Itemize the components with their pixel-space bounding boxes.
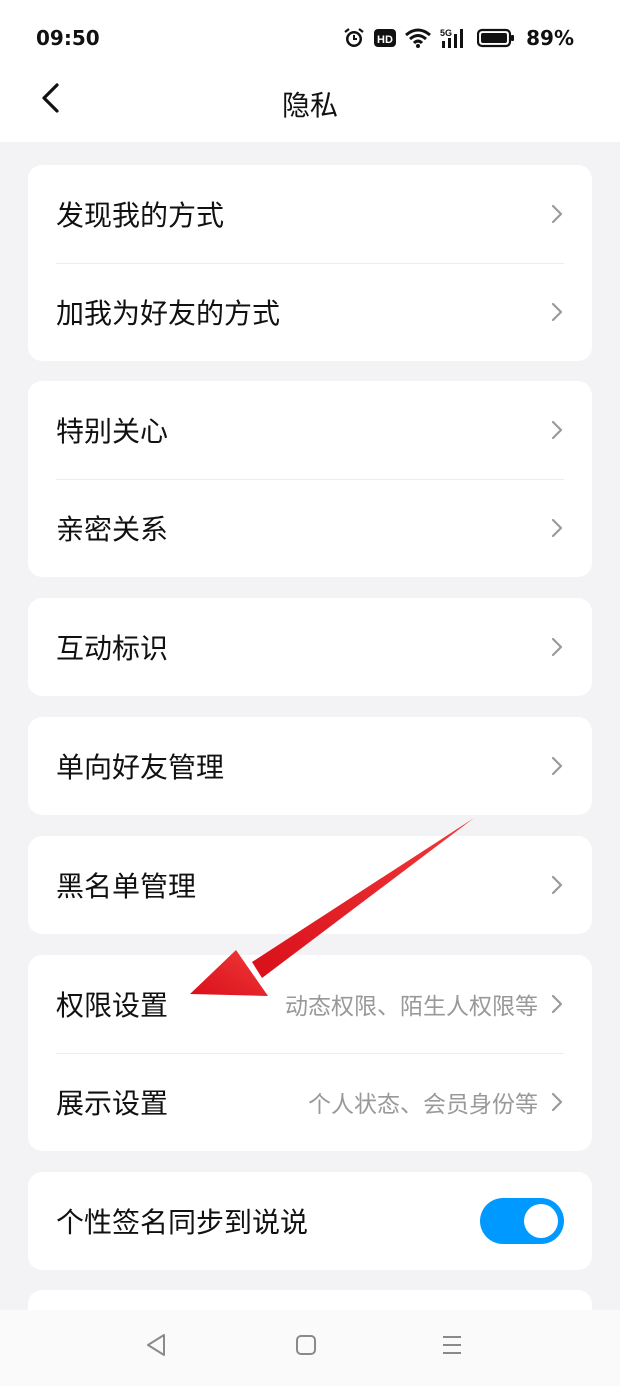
interaction-mark-card: 互动标识 [28,598,592,696]
signature-sync-card: 个性签名同步到说说 [28,1172,592,1270]
chevron-right-icon [551,302,563,322]
one-way-friend-card: 单向好友管理 [28,717,592,815]
toggle-knob [524,1204,558,1238]
row-label: 黑名单管理 [56,870,197,903]
row-intimate-relationship[interactable]: 亲密关系 [28,479,592,577]
relationship-card: 特别关心 亲密关系 [28,381,592,577]
svg-text:5G: 5G [440,28,452,38]
status-bar: 09:50 HD 5G 89% [0,0,620,72]
row-label: 互动标识 [56,632,169,665]
row-label: 加我为好友的方式 [56,297,281,330]
home-square-icon[interactable] [294,1332,318,1362]
chevron-right-icon [551,1092,563,1112]
discover-settings-card: 发现我的方式 加我为好友的方式 [28,165,592,361]
hd-icon: HD [374,28,397,48]
chevron-right-icon [551,994,563,1014]
row-label: 特别关心 [56,415,169,448]
signature-sync-toggle[interactable] [480,1198,564,1244]
permission-display-card: 权限设置 动态权限、陌生人权限等 展示设置 个人状态、会员身份等 [28,955,592,1151]
chevron-right-icon [551,420,563,440]
header: 隐私 [0,72,620,142]
page-title: 隐私 [281,89,338,122]
row-interaction-mark[interactable]: 互动标识 [28,598,592,696]
chevron-right-icon [551,637,563,657]
row-subtitle: 动态权限、陌生人权限等 [285,994,538,1020]
row-label: 发现我的方式 [56,199,225,232]
alarm-icon [343,27,365,49]
row-label: 单向好友管理 [56,751,225,784]
battery-icon [477,28,515,48]
chevron-right-icon [551,756,563,776]
chevron-right-icon [551,204,563,224]
row-label: 个性签名同步到说说 [56,1206,309,1239]
chevron-right-icon [551,518,563,538]
row-label: 亲密关系 [56,513,169,546]
row-discover-me[interactable]: 发现我的方式 [28,165,592,263]
row-add-friend-method[interactable]: 加我为好友的方式 [28,263,592,361]
row-subtitle: 个人状态、会员身份等 [308,1092,538,1118]
row-display-settings[interactable]: 展示设置 个人状态、会员身份等 [28,1053,592,1151]
status-icons: HD 5G 89% [343,24,574,52]
menu-icon[interactable] [440,1332,464,1362]
5g-signal-icon: 5G [440,27,468,49]
row-permission-settings[interactable]: 权限设置 动态权限、陌生人权限等 [28,955,592,1053]
row-one-way-friend[interactable]: 单向好友管理 [28,717,592,815]
row-signature-sync: 个性签名同步到说说 [28,1172,592,1270]
row-label: 权限设置 [56,989,169,1022]
row-special-care[interactable]: 特别关心 [28,381,592,479]
back-triangle-icon[interactable] [144,1332,168,1362]
chevron-right-icon [551,875,563,895]
wifi-icon [405,28,432,48]
status-time: 09:50 [36,26,100,50]
row-blacklist[interactable]: 黑名单管理 [28,836,592,934]
system-nav-bar [0,1310,620,1386]
row-label: 展示设置 [56,1087,169,1120]
battery-percent: 89% [526,26,574,50]
svg-text:HD: HD [377,34,393,46]
blacklist-card: 黑名单管理 [28,836,592,934]
